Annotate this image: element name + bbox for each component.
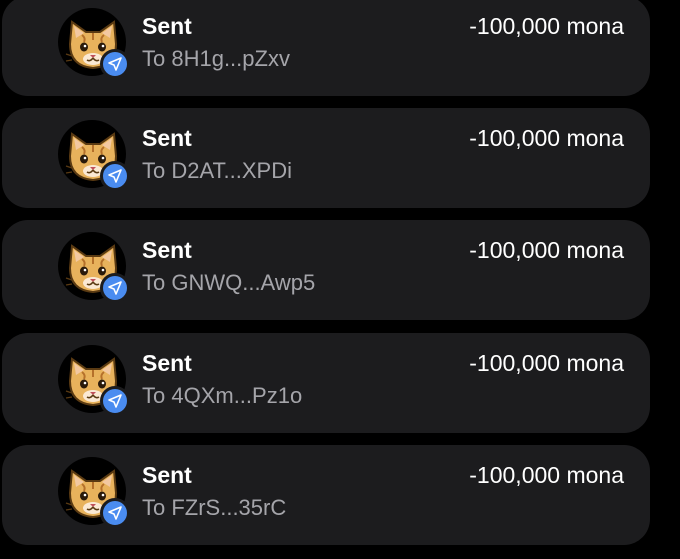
transaction-title: Sent	[142, 350, 192, 376]
transaction-recipient: To D2AT...XPDi	[142, 158, 292, 183]
transaction-recipient: To 8H1g...pZxv	[142, 46, 290, 71]
send-arrow-icon	[108, 506, 122, 520]
transaction-recipient: To 4QXm...Pz1o	[142, 383, 303, 408]
transaction-amount: -100,000 mona	[469, 462, 624, 488]
transaction-recipient: To FZrS...35rC	[142, 495, 287, 520]
transaction-title: Sent	[142, 13, 192, 39]
send-arrow-icon	[108, 394, 122, 408]
transaction-item[interactable]: Sent To 4QXm...Pz1o -100,000 mona	[2, 333, 650, 433]
send-arrow-icon	[108, 57, 122, 71]
transaction-item[interactable]: Sent To 8H1g...pZxv -100,000 mona	[2, 0, 650, 96]
badge-circle	[100, 49, 130, 79]
badge-circle	[100, 161, 130, 191]
transaction-amount: -100,000 mona	[469, 237, 624, 263]
badge-circle	[100, 498, 130, 528]
send-arrow-icon	[108, 281, 122, 295]
transaction-item[interactable]: Sent To D2AT...XPDi -100,000 mona	[2, 108, 650, 208]
transaction-amount: -100,000 mona	[469, 350, 624, 376]
badge-circle	[100, 386, 130, 416]
send-arrow-icon	[108, 169, 122, 183]
transaction-title: Sent	[142, 237, 192, 263]
transaction-recipient: To GNWQ...Awp5	[142, 270, 316, 295]
transaction-title: Sent	[142, 125, 192, 151]
transaction-item[interactable]: Sent To FZrS...35rC -100,000 mona	[2, 445, 650, 545]
badge-circle	[100, 273, 130, 303]
transaction-list: Sent To 8H1g...pZxv -100,000 mona Sent T…	[0, 0, 680, 559]
transaction-amount: -100,000 mona	[469, 125, 624, 151]
transaction-amount: -100,000 mona	[469, 13, 624, 39]
transaction-item[interactable]: Sent To GNWQ...Awp5 -100,000 mona	[2, 220, 650, 320]
transaction-title: Sent	[142, 462, 192, 488]
